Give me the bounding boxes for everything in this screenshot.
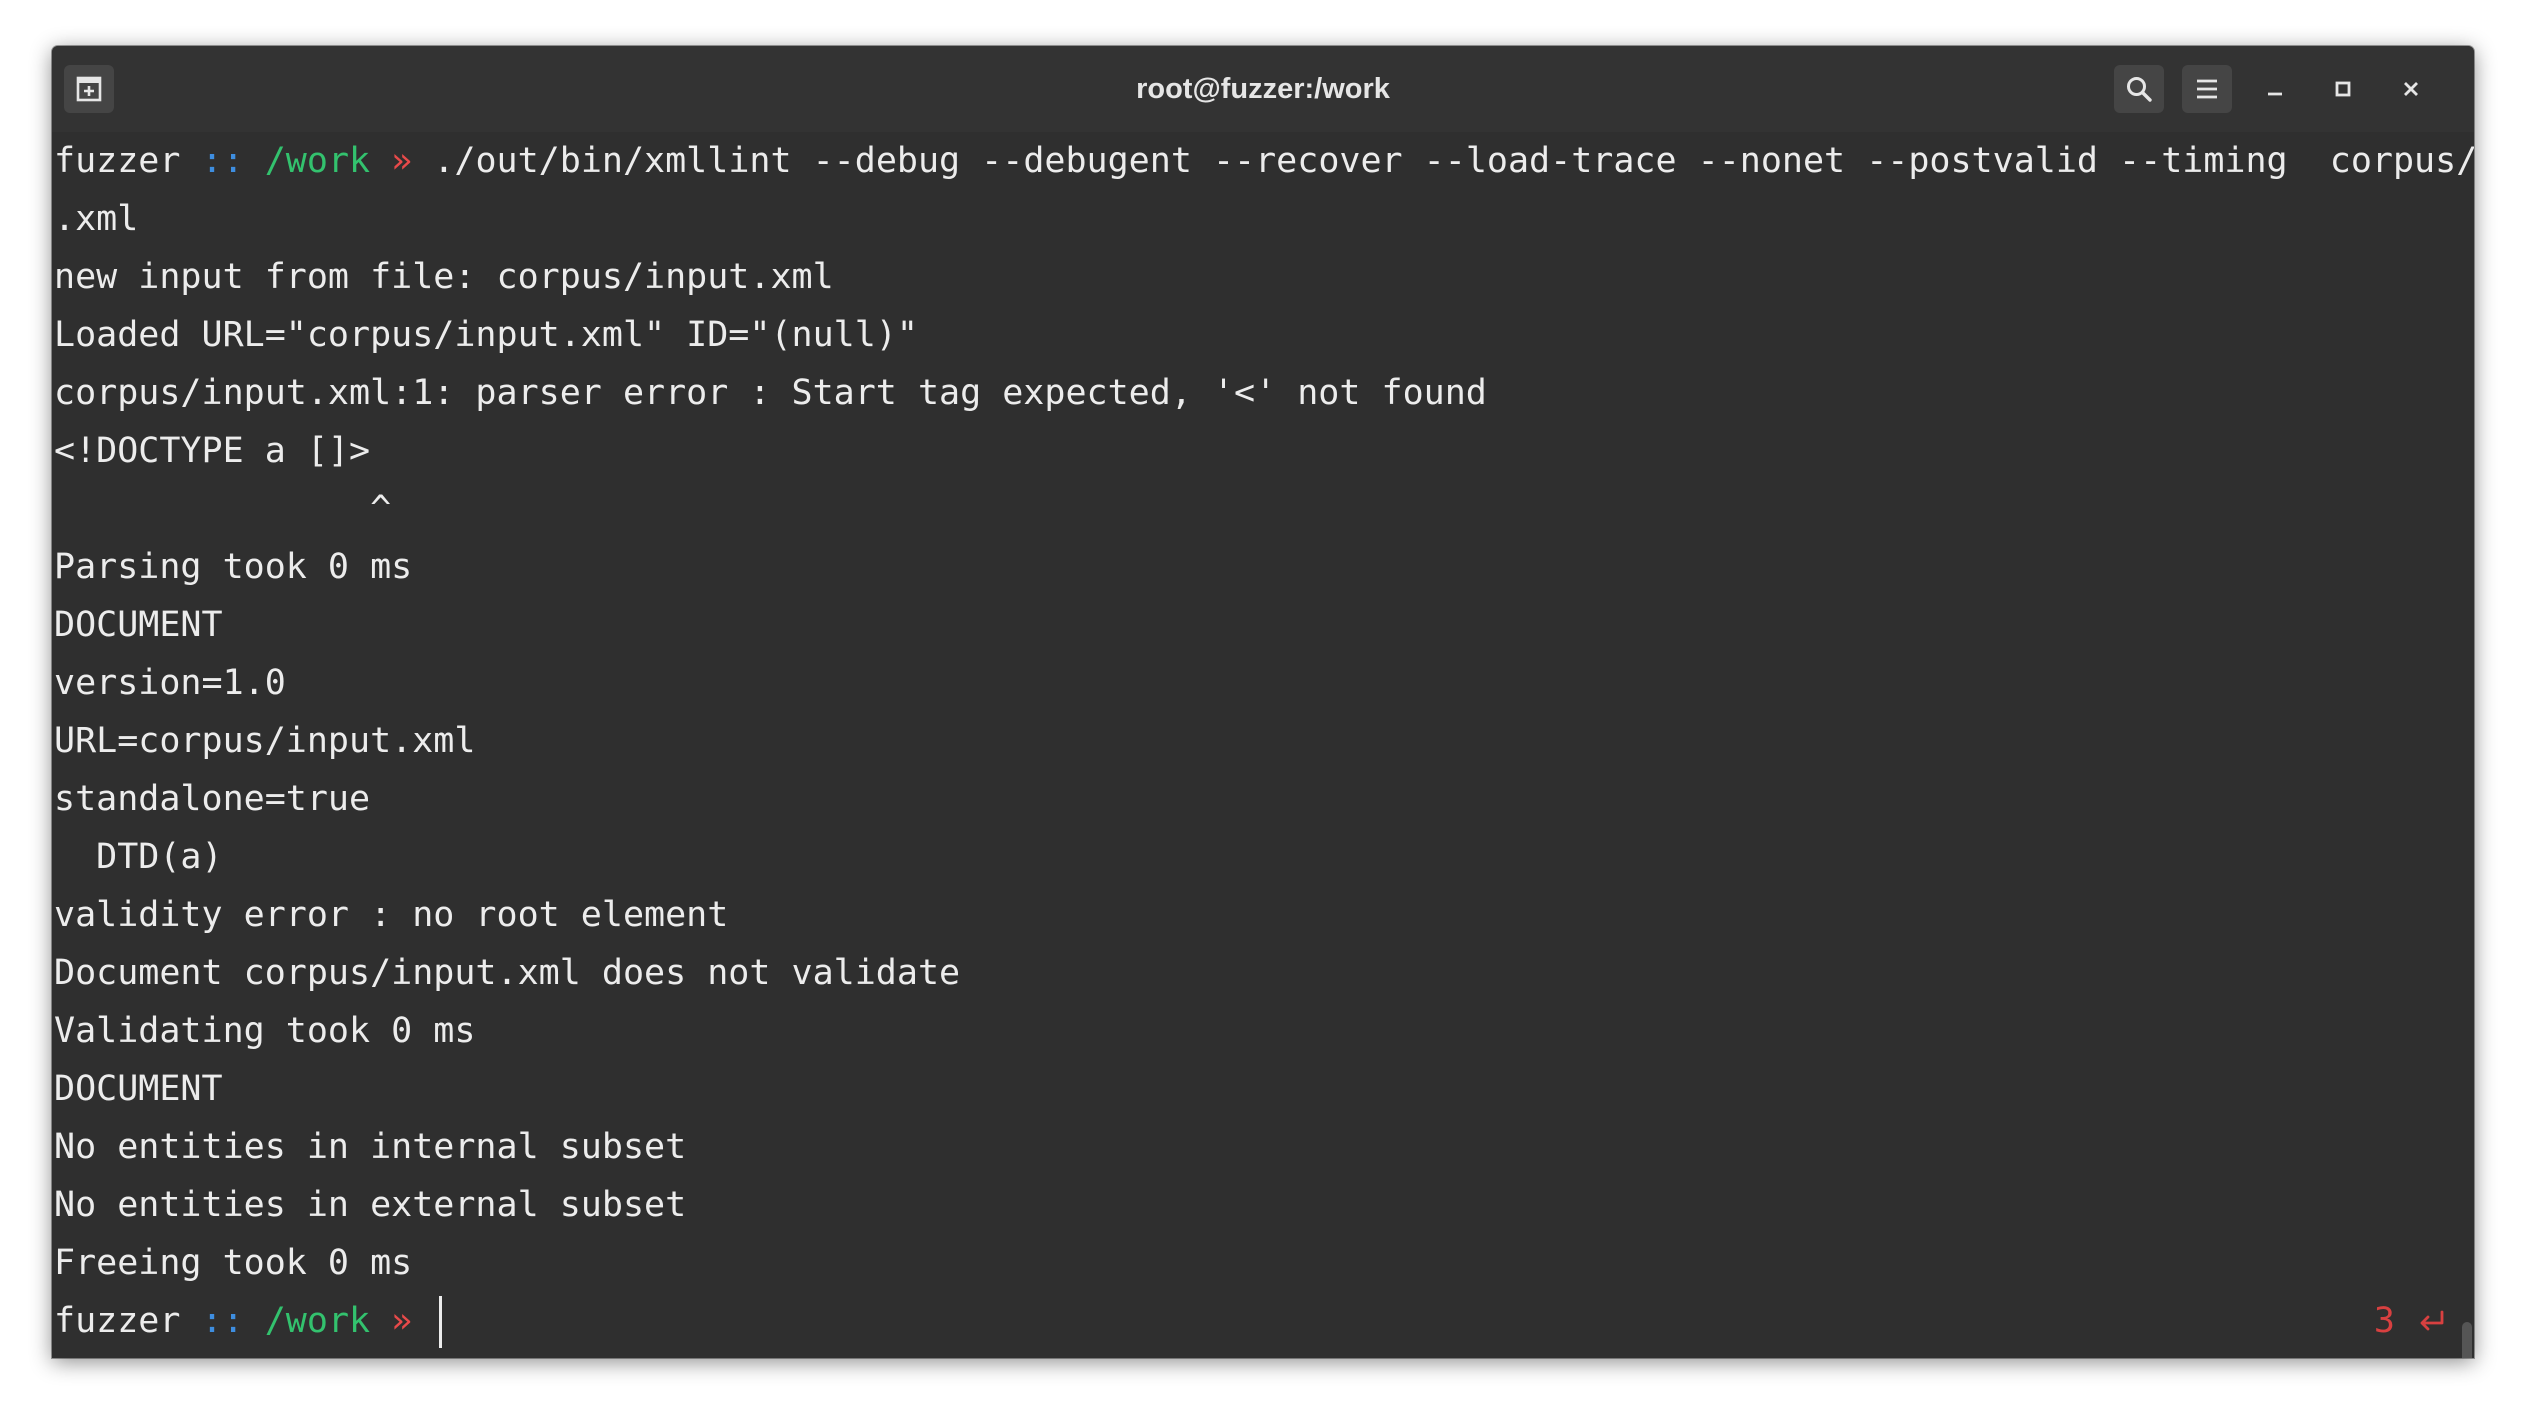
- output-line: .xml: [54, 199, 139, 239]
- output-line: Validating took 0 ms: [54, 1011, 476, 1051]
- output-line: DOCUMENT: [54, 1069, 223, 1109]
- output-line: version=1.0: [54, 663, 286, 703]
- output-line: No entities in external subset: [54, 1185, 687, 1225]
- prompt-arrow: »: [370, 1301, 434, 1341]
- maximize-icon: [2335, 81, 2351, 97]
- maximize-button[interactable]: [2318, 65, 2368, 113]
- output-line: validity error : no root element: [54, 895, 729, 935]
- minimize-button[interactable]: [2250, 65, 2300, 113]
- return-arrow-icon: [2420, 1310, 2444, 1331]
- output-line: Document corpus/input.xml does not valid…: [54, 953, 961, 993]
- prompt-separator: ::: [180, 141, 265, 181]
- menu-button[interactable]: [2182, 65, 2232, 113]
- prompt-separator: ::: [180, 1301, 265, 1341]
- prompt-user: fuzzer: [54, 1301, 181, 1341]
- minimize-icon: [2268, 92, 2282, 96]
- output-line: DOCUMENT: [54, 605, 223, 645]
- command-line: fuzzer :: /work » ./out/bin/xmllint --de…: [54, 132, 2474, 190]
- search-button[interactable]: [2114, 65, 2164, 113]
- output-line: Freeing took 0 ms: [54, 1243, 413, 1283]
- text-cursor: [439, 1296, 443, 1348]
- terminal-output[interactable]: fuzzer :: /work » ./out/bin/xmllint --de…: [52, 132, 2474, 1358]
- hamburger-menu-icon: [2197, 79, 2217, 99]
- close-button[interactable]: [2386, 65, 2436, 113]
- exit-status-code: 3: [2373, 1301, 2395, 1341]
- output-line: DTD(a): [54, 837, 223, 877]
- output-line: <!DOCTYPE a []>: [54, 431, 371, 471]
- exit-status: 3: [2374, 1292, 2446, 1350]
- titlebar: root@fuzzer:/work: [52, 46, 2474, 133]
- current-prompt-line[interactable]: fuzzer :: /work »: [54, 1292, 443, 1350]
- command-text: ./out/bin/xmllint --debug --debugent --r…: [433, 141, 2474, 181]
- output-line: No entities in internal subset: [54, 1127, 687, 1167]
- output-line: standalone=true: [54, 779, 371, 819]
- output-line: ^: [54, 489, 392, 529]
- prompt-directory: /work: [264, 141, 371, 181]
- output-line: URL=corpus/input.xml: [54, 721, 476, 761]
- prompt-user: fuzzer: [54, 141, 181, 181]
- scrollbar[interactable]: [2462, 1322, 2472, 1358]
- close-icon: [2404, 82, 2418, 96]
- output-line: Parsing took 0 ms: [54, 547, 413, 587]
- output-line: new input from file: corpus/input.xml: [54, 257, 834, 297]
- prompt-arrow: »: [370, 141, 434, 181]
- prompt-directory: /work: [264, 1301, 371, 1341]
- terminal-window: root@fuzzer:/work fuzzer:: /work » ./ou…: [52, 46, 2474, 1358]
- window-title: root@fuzzer:/work: [1136, 73, 1390, 105]
- output-line: Loaded URL="corpus/input.xml" ID="(null)…: [54, 315, 918, 355]
- search-icon: [2127, 77, 2152, 102]
- output-line: corpus/input.xml:1: parser error : Start…: [54, 373, 1487, 413]
